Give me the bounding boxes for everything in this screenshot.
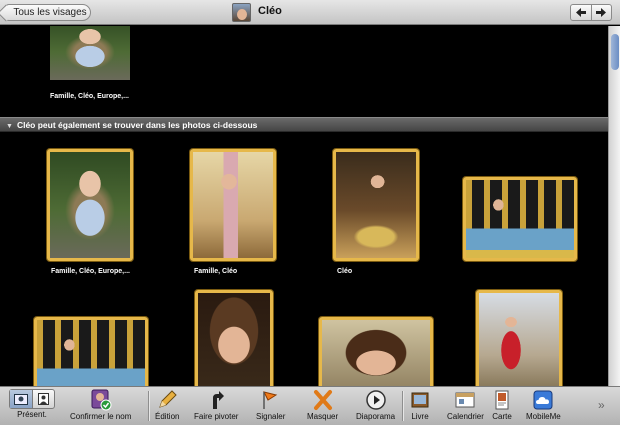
card-button[interactable]: Carte xyxy=(490,389,514,421)
page-title: Cléo xyxy=(258,5,282,17)
suggested-photo[interactable] xyxy=(47,149,133,261)
mobileme-button[interactable]: MobileMe xyxy=(526,389,561,421)
book-icon xyxy=(408,389,432,411)
suggested-photo[interactable] xyxy=(195,290,273,386)
scrollbar-thumb[interactable] xyxy=(611,34,619,70)
photo-frame-icon xyxy=(13,393,28,405)
card-icon xyxy=(490,389,514,411)
cloud-icon xyxy=(531,389,555,411)
next-button[interactable] xyxy=(590,5,612,20)
face-thumbnail xyxy=(232,3,251,22)
more-tools-button[interactable]: » xyxy=(598,398,605,412)
calendar-button[interactable]: Calendrier xyxy=(447,389,484,421)
slideshow-button[interactable]: Diaporama xyxy=(356,389,395,421)
hide-x-icon xyxy=(311,389,335,411)
pencil-icon xyxy=(155,389,179,411)
calendar-label: Calendrier xyxy=(447,412,484,421)
confirm-name-button[interactable]: Confirmer le nom xyxy=(70,389,131,421)
top-bar: Tous les visages Cléo xyxy=(0,0,620,25)
portrait-icon xyxy=(37,393,49,405)
suggested-photo[interactable] xyxy=(333,149,419,261)
arrow-left-icon xyxy=(575,8,586,17)
confirm-name-label: Confirmer le nom xyxy=(70,412,132,421)
play-icon xyxy=(364,389,388,411)
toolbar-separator xyxy=(148,391,149,421)
flag-label: Signaler xyxy=(256,412,286,421)
flag-button[interactable]: Signaler xyxy=(256,389,285,421)
rotate-label: Faire pivoter xyxy=(194,412,239,421)
suggested-photo[interactable] xyxy=(463,177,577,261)
view-segmented-control[interactable] xyxy=(9,389,55,409)
all-faces-button[interactable]: Tous les visages xyxy=(5,4,91,21)
portrait-view-button[interactable] xyxy=(31,390,55,408)
book-label: Livre xyxy=(411,412,429,421)
rotate-arrow-icon xyxy=(204,389,228,411)
card-label: Carte xyxy=(492,412,512,421)
vertical-scrollbar[interactable] xyxy=(608,26,620,386)
calendar-icon xyxy=(453,389,477,411)
present-view-button[interactable] xyxy=(10,390,32,408)
confirmed-photo[interactable] xyxy=(50,26,130,80)
edit-label: Édition xyxy=(155,412,180,421)
bottom-toolbar: Présent. Confirmer le nom Édition Faire … xyxy=(0,386,620,425)
rotate-button[interactable]: Faire pivoter xyxy=(194,389,238,421)
suggested-photo[interactable] xyxy=(190,149,276,261)
suggested-photo[interactable] xyxy=(319,317,433,386)
section-label: Cléo peut également se trouver dans les … xyxy=(16,120,258,130)
all-faces-button-label: Tous les visages xyxy=(13,7,87,18)
previous-button[interactable] xyxy=(571,5,591,20)
present-view-toggle[interactable]: Présent. xyxy=(9,389,55,419)
confirm-face-icon xyxy=(89,389,113,411)
arrow-right-icon xyxy=(596,8,607,17)
disclosure-triangle-icon: ▼ xyxy=(6,123,13,130)
toolbar-separator xyxy=(402,391,403,421)
suggested-photo[interactable] xyxy=(476,290,562,386)
photo-caption: Famille, Cléo xyxy=(194,268,238,275)
flag-icon xyxy=(259,389,283,411)
photo-caption: Famille, Cléo, Europe,... xyxy=(50,93,129,100)
suggestions-section-header[interactable]: ▼ Cléo peut également se trouver dans les… xyxy=(0,117,608,132)
suggested-photo[interactable] xyxy=(34,317,148,386)
hide-label: Masquer xyxy=(307,412,339,421)
nav-arrows xyxy=(570,4,612,21)
slideshow-label: Diaporama xyxy=(356,412,396,421)
present-label: Présent. xyxy=(17,410,47,419)
hide-button[interactable]: Masquer xyxy=(307,389,338,421)
photo-caption: Famille, Cléo, Europe,... xyxy=(51,268,130,275)
photo-caption: Cléo xyxy=(337,268,353,275)
mobileme-label: MobileMe xyxy=(526,412,561,421)
edit-button[interactable]: Édition xyxy=(155,389,179,421)
photo-browser: Famille, Cléo, Europe,... ▼ Cléo peut éga… xyxy=(0,26,608,386)
book-button[interactable]: Livre xyxy=(408,389,432,421)
